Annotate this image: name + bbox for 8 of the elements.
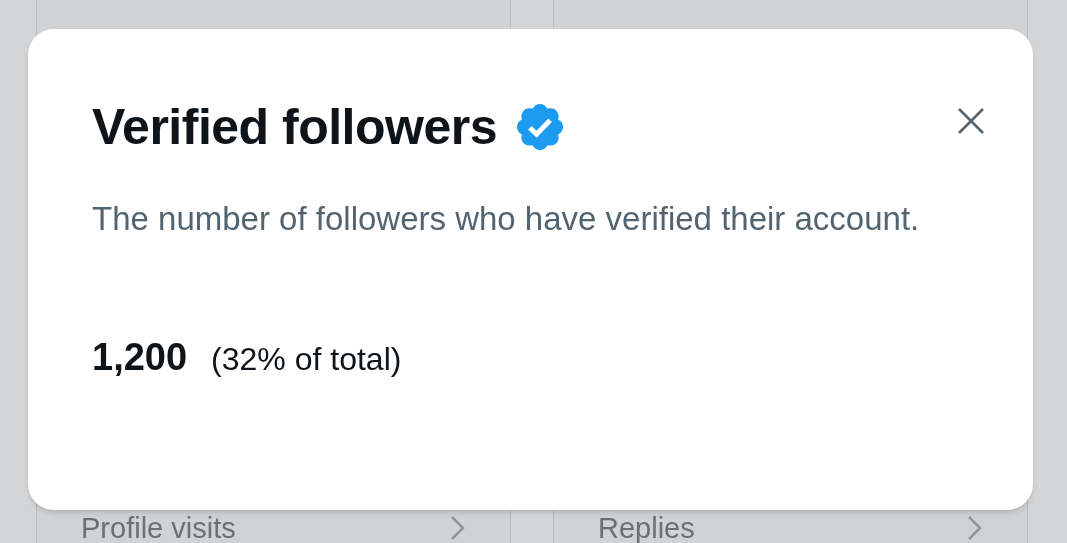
chevron-right-icon [967,515,983,541]
chevron-right-icon [450,515,466,541]
share-of-total: (32% of total) [211,340,402,379]
card-label: Profile visits [81,513,236,543]
dialog-title: Verified followers [92,98,497,157]
close-icon [957,107,985,135]
dialog-description: The number of followers who have verified their account. [92,199,921,239]
follower-count: 1,200 [92,335,188,380]
